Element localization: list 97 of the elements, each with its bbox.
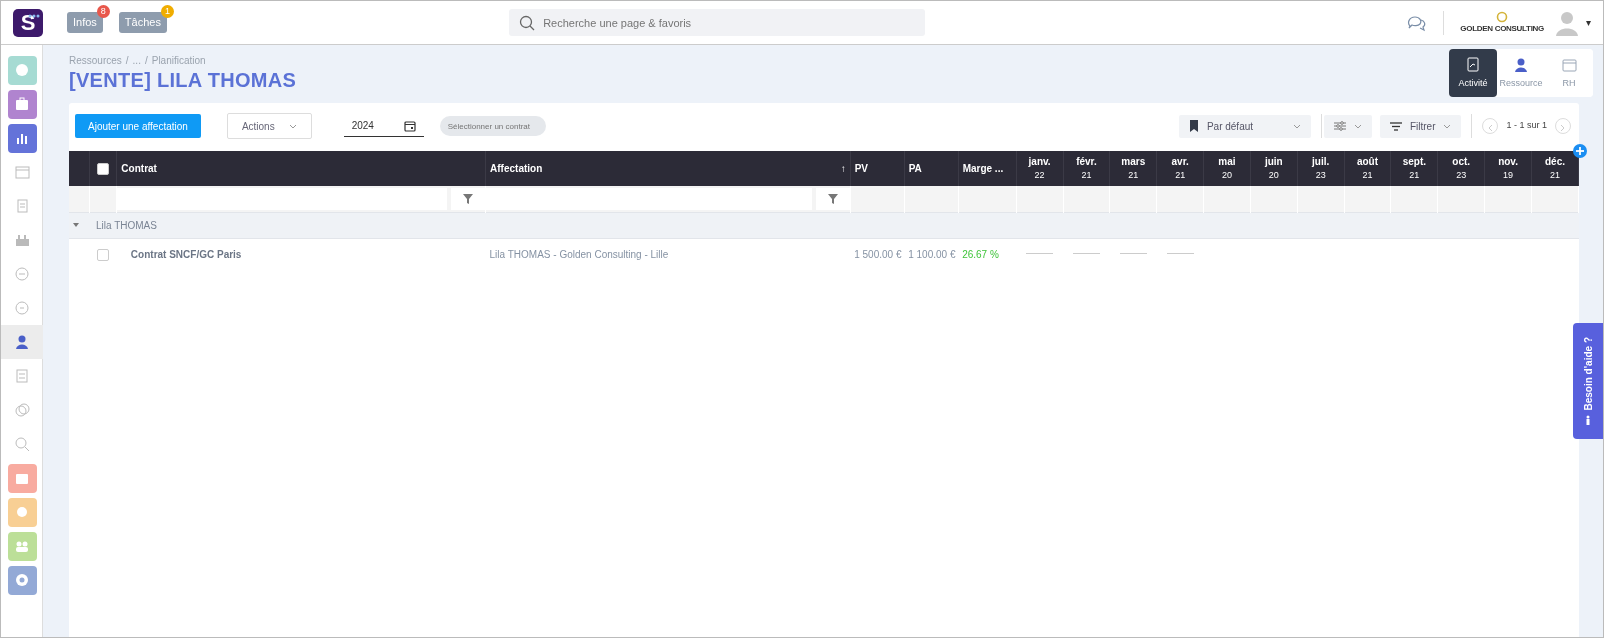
assignment-name: Lila THOMAS - Golden Consulting - Lille [489,248,669,260]
day-count: 21 [1174,169,1187,183]
month-label: févr. [1075,155,1098,170]
chevron-left-icon [1487,124,1494,133]
column-header[interactable]: Affectation [490,161,543,176]
day-count: 23 [1314,169,1327,183]
filter-button[interactable]: Filtrer [1379,114,1462,138]
day-count: 19 [1502,169,1515,183]
search-field[interactable]: Recherche une page & favoris [509,9,926,36]
page-title: [VENTE] LILA THOMAS [69,68,297,92]
previous-page-button[interactable] [1482,118,1499,134]
breadcrumb-separator: / [125,54,129,68]
day-count: 22 [1033,169,1046,183]
count-badge: 8 [96,5,110,19]
invoice-icon[interactable] [14,368,30,384]
folder-icon [1561,57,1577,73]
help-tab[interactable]: Besoin d'aide ? [1573,323,1603,439]
chart-document-icon [1465,57,1481,73]
row-checkbox[interactable] [97,249,110,262]
factory-icon[interactable] [14,232,30,248]
menu-tile[interactable] [7,565,37,595]
month-label: avr. [1170,155,1190,170]
chevron-icon [288,123,297,129]
actions-dropdown[interactable]: Actions [226,113,312,139]
chevron-icon [1292,123,1301,129]
chat-icon[interactable] [1407,13,1428,32]
month-label: juin [1263,155,1284,170]
bookmark-icon [1188,120,1199,132]
contract-name: Contrat SNCF/GC Paris [130,248,242,260]
count-badge: 1 [160,5,174,19]
search-icon [519,15,536,31]
day-count: 23 [1455,169,1468,183]
day-count: 21 [1127,169,1140,183]
avatar-icon[interactable] [1556,9,1578,36]
month-label: août [1355,155,1380,170]
info-icon [1585,415,1591,426]
menu-tile[interactable] [7,123,37,153]
company-logo-icon [1496,10,1509,23]
filter-field[interactable] [117,187,448,210]
select-all-checkbox[interactable] [97,163,110,176]
filter-button[interactable] [451,187,486,210]
day-count: 21 [1408,169,1421,183]
day-count: 21 [1080,169,1093,183]
menu-tile[interactable] [7,497,37,527]
menu-tile[interactable] [7,463,37,493]
document-icon[interactable] [14,198,30,214]
menu-tile[interactable] [7,89,37,119]
column-header[interactable]: PA [908,161,922,176]
filter-icon [1389,121,1402,131]
menu-caret[interactable]: ▾ [1586,15,1591,30]
month-label: juil. [1310,155,1331,170]
next-page-button[interactable] [1555,118,1571,134]
day-count: 20 [1267,169,1280,183]
month-label: oct. [1451,155,1472,170]
company-name: GOLDEN CONSULTING [1460,22,1544,35]
filter-icon [827,193,838,204]
add-column-icon[interactable] [1573,144,1587,158]
pagination-text: 1 - 1 sur 1 [1506,119,1547,133]
contract-select[interactable]: Sélectionner un contrat [439,116,546,136]
month-label: nov. [1497,155,1519,170]
logo[interactable]: S [13,8,43,37]
caret-icon[interactable] [72,221,80,229]
day-count: 20 [1220,169,1233,183]
person-icon [1513,57,1529,73]
sale-price: 1 500.00 € [854,248,902,260]
day-count: 21 [1361,169,1374,183]
column-header[interactable]: Marge ... [962,161,1004,176]
margin-value: 26.67 % [962,248,999,260]
chevron-icon [1443,123,1452,129]
calendar-icon [403,119,416,132]
year-field[interactable]: 2024 [343,115,424,137]
sliders-icon [1333,121,1346,131]
column-header[interactable]: Contrat [121,161,157,176]
filter-button[interactable] [815,187,850,210]
menu-tile[interactable] [7,531,37,561]
sort-indicator[interactable]: ↑ [840,161,846,176]
month-label: sept. [1401,155,1428,170]
purchase-price: 1 100.00 € [908,248,956,260]
coins-icon[interactable] [14,402,30,418]
menu-tile[interactable] [7,55,37,85]
column-header[interactable]: PV [854,161,869,176]
chevron-icon [1353,123,1362,129]
view-tab[interactable]: Activité [1449,49,1497,97]
breadcrumb-separator: / [144,54,148,68]
month-label: mai [1217,155,1237,170]
view-select[interactable]: Par défaut [1178,114,1311,138]
filter-icon [463,193,474,204]
month-label: déc. [1543,155,1566,170]
person-icon[interactable] [14,334,30,350]
settings-button[interactable] [1323,114,1372,138]
calendar-icon[interactable] [14,164,30,180]
chevron-right-icon [1560,124,1566,133]
filter-field[interactable] [486,187,812,210]
month-label: mars [1120,155,1147,170]
month-label: janv. [1027,155,1052,170]
day-count: 21 [1548,169,1561,183]
group-label: Lila THOMAS [96,218,157,233]
